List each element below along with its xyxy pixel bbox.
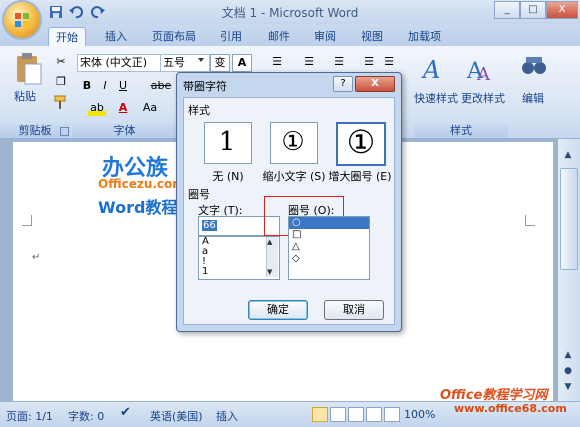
maximize-button[interactable]: □ — [520, 1, 546, 19]
chevron-down-icon — [198, 58, 204, 62]
status-insert-mode[interactable]: 插入 — [216, 408, 238, 424]
enclosure-listbox[interactable]: ○ □ △ ◇ — [288, 216, 370, 280]
tab-view[interactable]: 视图 — [354, 27, 390, 46]
char-border-button[interactable]: A — [232, 54, 252, 72]
watermark-site-url: www.office68.com — [454, 402, 567, 415]
tab-addins[interactable]: 加载项 — [401, 27, 448, 46]
cut-icon[interactable]: ✂ — [52, 54, 70, 70]
next-page-icon[interactable]: ▼ — [560, 382, 576, 394]
web-layout-icon[interactable] — [348, 407, 364, 422]
enclose-characters-dialog: 带圈字符 ? X 样式 1 无 (N) ① 缩小文字 (S) ① 增大圈号 (E… — [176, 72, 402, 332]
dialog-close-button[interactable]: X — [355, 76, 395, 92]
edit-label[interactable]: 编辑 — [522, 90, 544, 106]
quick-styles-label[interactable]: 快速样式 — [414, 90, 458, 106]
save-icon[interactable] — [48, 4, 64, 20]
svg-text:A: A — [421, 56, 440, 84]
italic-button[interactable]: I — [96, 78, 114, 94]
margin-mark-right-v — [525, 215, 527, 225]
scroll-up-icon[interactable]: ▲ — [560, 150, 576, 164]
tab-references[interactable]: 引用 — [213, 27, 249, 46]
zoom-level[interactable]: 100% — [404, 408, 435, 421]
change-styles-label[interactable]: 更改样式 — [461, 90, 505, 106]
copy-icon[interactable]: ❐ — [52, 74, 70, 90]
dialog-title: 带圈字符 — [183, 80, 227, 93]
font-size-select[interactable]: 五号 — [160, 54, 210, 72]
proofing-icon[interactable]: ✔ — [120, 405, 131, 420]
scroll-up-icon[interactable]: ▲ — [267, 238, 272, 246]
outline-view-icon[interactable] — [366, 407, 382, 422]
tab-page-layout[interactable]: 页面布局 — [145, 27, 203, 46]
style-shrink-glyph: ① — [281, 127, 305, 157]
margin-mark-right — [525, 225, 535, 227]
watermark-word: Word教程 — [98, 198, 178, 217]
change-case-button[interactable]: Aa — [140, 100, 160, 116]
multilevel-icon[interactable]: ☰ — [330, 54, 348, 70]
phonetic-guide-button[interactable]: 变 — [210, 54, 230, 72]
style-none-glyph: 1 — [218, 127, 236, 157]
svg-text:A: A — [476, 64, 491, 84]
status-language[interactable]: 英语(美国) — [150, 408, 203, 424]
enclosure-item[interactable]: □ — [289, 229, 369, 241]
style-section-label: 样式 — [188, 104, 210, 117]
status-word-count[interactable]: 字数: 0 — [68, 408, 104, 424]
print-layout-icon[interactable] — [312, 407, 328, 422]
margin-mark-left-v — [31, 215, 33, 225]
scroll-thumb[interactable] — [560, 168, 578, 270]
text-input-value: 66 — [202, 220, 217, 231]
strikethrough-button[interactable]: abe — [150, 78, 172, 94]
dialog-body: 样式 1 无 (N) ① 缩小文字 (S) ① 增大圈号 (E) 圈号 文字 (… — [183, 97, 395, 325]
tab-insert[interactable]: 插入 — [98, 27, 134, 46]
ok-button[interactable]: 确定 — [248, 300, 308, 320]
tab-home[interactable]: 开始 — [48, 27, 86, 47]
indent-more-icon[interactable]: ☰ — [380, 54, 398, 70]
style-enlarge-glyph: ① — [346, 123, 376, 161]
quick-styles-icon[interactable]: A — [420, 54, 448, 84]
paragraph-mark: ↵ — [32, 252, 41, 263]
ribbon-tabs: 开始 插入 页面布局 引用 邮件 审阅 视图 加载项 — [0, 24, 580, 47]
style-shrink-label[interactable]: 缩小文字 (S) — [262, 168, 326, 184]
prev-page-icon[interactable]: ▲ — [560, 350, 576, 362]
circle-section-label: 圈号 — [188, 188, 210, 201]
enclosure-item[interactable]: △ — [289, 241, 369, 253]
scroll-down-icon[interactable]: ▼ — [267, 268, 272, 276]
dialog-launcher-icon[interactable] — [60, 127, 69, 136]
paste-label[interactable]: 粘贴 — [14, 88, 36, 104]
minimize-button[interactable]: _ — [494, 1, 520, 19]
close-button[interactable]: X — [546, 1, 578, 19]
font-color-button[interactable]: A — [114, 100, 132, 116]
margin-mark-left — [22, 225, 32, 227]
tab-mailings[interactable]: 邮件 — [261, 27, 297, 46]
help-button[interactable]: ? — [333, 76, 353, 92]
style-enlarge-label[interactable]: 增大圈号 (E) — [328, 168, 392, 184]
font-group-label: 字体 — [72, 124, 177, 138]
cancel-button[interactable]: 取消 — [324, 300, 384, 320]
office-button[interactable] — [4, 2, 40, 38]
paste-icon[interactable] — [14, 52, 44, 86]
draft-view-icon[interactable] — [384, 407, 400, 422]
styles-group-label: 样式 — [414, 124, 508, 138]
full-screen-reading-icon[interactable] — [330, 407, 346, 422]
change-styles-icon[interactable]: AA — [466, 54, 494, 84]
font-name-select[interactable]: 宋体 (中文正) — [77, 54, 161, 72]
bullets-icon[interactable]: ☰ — [268, 54, 286, 70]
find-binoculars-icon[interactable] — [520, 54, 548, 78]
watermark-domain: Officezu.com — [98, 177, 185, 191]
tab-review[interactable]: 审阅 — [307, 27, 343, 46]
window-title: 文档 1 - Microsoft Word — [221, 6, 359, 20]
highlight-icon[interactable]: ab — [88, 100, 106, 116]
browse-object-icon[interactable]: ● — [560, 366, 576, 378]
undo-icon[interactable] — [68, 4, 84, 20]
style-none-label[interactable]: 无 (N) — [206, 168, 250, 184]
enclosure-item[interactable]: ◇ — [289, 253, 369, 265]
status-page[interactable]: 页面: 1/1 — [6, 408, 53, 424]
enclosure-item-selected[interactable]: ○ — [289, 217, 369, 229]
office-logo-icon — [15, 13, 29, 27]
redo-icon[interactable] — [90, 4, 106, 20]
indent-icon[interactable]: ☰ — [360, 54, 378, 70]
format-painter-icon[interactable] — [52, 94, 70, 110]
numbering-icon[interactable]: ☰ — [300, 54, 318, 70]
bold-button[interactable]: B — [78, 78, 96, 94]
underline-button[interactable]: U — [114, 78, 132, 94]
